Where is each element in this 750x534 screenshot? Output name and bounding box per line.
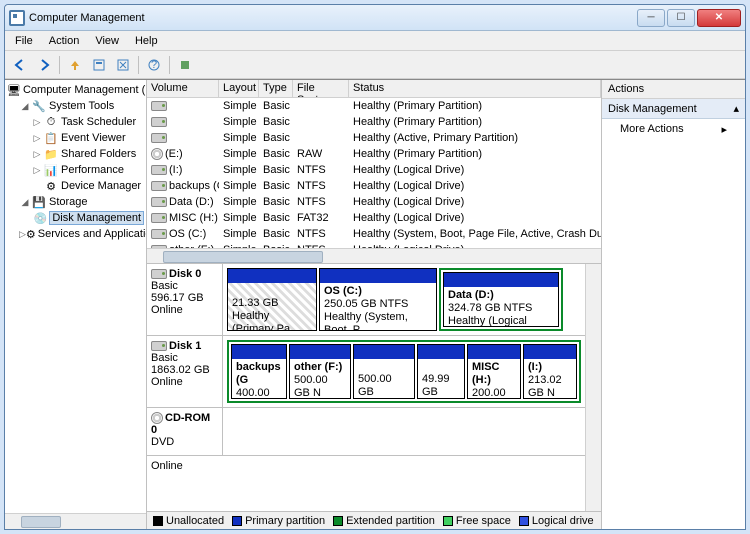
actions-header: Actions — [602, 80, 745, 99]
drive-icon — [151, 213, 167, 223]
tree-device-manager[interactable]: ⚙Device Manager — [7, 178, 144, 194]
disk1-partition-3[interactable]: 49.99 GBHealthy (A — [417, 344, 465, 399]
disk1-partition-2[interactable]: 500.00 GBHealthy (Prim — [353, 344, 415, 399]
volume-row[interactable]: SimpleBasicHealthy (Primary Partition) — [147, 98, 601, 114]
col-layout[interactable]: Layout — [219, 80, 259, 97]
drive-icon — [151, 133, 167, 143]
volume-list-header[interactable]: Volume Layout Type File System Status — [147, 80, 601, 98]
tree-scrollbar[interactable] — [5, 513, 146, 529]
drive-icon — [151, 269, 167, 279]
cdrom-info[interactable]: CD-ROM 0 DVD Online — [147, 408, 223, 455]
refresh-button[interactable] — [112, 54, 134, 76]
minimize-button[interactable]: ─ — [637, 9, 665, 27]
titlebar[interactable]: Computer Management ─ ☐ ✕ — [5, 5, 745, 31]
navigation-tree[interactable]: 🖥Computer Management (Local ◢🔧System Too… — [5, 80, 147, 529]
svg-text:?: ? — [151, 59, 157, 71]
cdrom-icon — [151, 148, 163, 160]
col-type[interactable]: Type — [259, 80, 293, 97]
disk-1-row[interactable]: Disk 1 Basic 1863.02 GB Online backups (… — [147, 336, 585, 408]
drive-icon — [151, 341, 167, 351]
volume-row[interactable]: SimpleBasicHealthy (Active, Primary Part… — [147, 130, 601, 146]
forward-button[interactable] — [33, 54, 55, 76]
drive-icon — [151, 197, 167, 207]
tree-shared-folders[interactable]: ▷📁Shared Folders — [7, 146, 144, 162]
col-status[interactable]: Status — [349, 80, 601, 97]
tree-services[interactable]: ▷⚙Services and Applications — [7, 226, 144, 242]
tree-event-viewer[interactable]: ▷📋Event Viewer — [7, 130, 144, 146]
disk0-partition-os[interactable]: OS (C:)250.05 GB NTFSHealthy (System, Bo… — [319, 268, 437, 331]
menu-file[interactable]: File — [9, 33, 39, 49]
volume-row[interactable]: backups (G:)SimpleBasicNTFSHealthy (Logi… — [147, 178, 601, 194]
disk1-partition-misc[interactable]: MISC (H:)200.00 GB FHealthy (Lo — [467, 344, 521, 399]
disk-graphical-view[interactable]: Disk 0 Basic 596.17 GB Online 21.33 GBHe… — [147, 264, 601, 511]
disk-1-info[interactable]: Disk 1 Basic 1863.02 GB Online — [147, 336, 223, 407]
disk1-extended[interactable]: backups (G400.00 GB NHealthy (Lo other (… — [227, 340, 581, 403]
disk0-partition-data[interactable]: Data (D:)324.78 GB NTFSHealthy (Logical … — [443, 272, 559, 327]
col-volume[interactable]: Volume — [147, 80, 219, 97]
actions-pane: Actions Disk Management▴ More Actions▸ — [601, 80, 745, 529]
drive-icon — [151, 229, 167, 239]
cdrom-icon — [151, 412, 163, 424]
actions-section[interactable]: Disk Management▴ — [602, 99, 745, 119]
disk1-partition-other[interactable]: other (F:)500.00 GB NHealthy (Log — [289, 344, 351, 399]
menu-view[interactable]: View — [89, 33, 125, 49]
collapse-icon: ▴ — [733, 102, 739, 115]
menubar: File Action View Help — [5, 31, 745, 51]
disk0-extended[interactable]: Data (D:)324.78 GB NTFSHealthy (Logical … — [439, 268, 563, 331]
settings-button[interactable] — [174, 54, 196, 76]
actions-more[interactable]: More Actions▸ — [602, 119, 745, 140]
volume-list-scrollbar[interactable] — [147, 248, 601, 264]
tree-storage[interactable]: ◢💾Storage — [7, 194, 144, 210]
main-panel: Volume Layout Type File System Status Si… — [147, 80, 601, 529]
disk-view-scrollbar[interactable] — [585, 264, 601, 511]
volume-list[interactable]: SimpleBasicHealthy (Primary Partition)Si… — [147, 98, 601, 248]
volume-row[interactable]: OS (C:)SimpleBasicNTFSHealthy (System, B… — [147, 226, 601, 242]
tree-root[interactable]: 🖥Computer Management (Local — [7, 82, 144, 98]
back-button[interactable] — [9, 54, 31, 76]
col-filesystem[interactable]: File System — [293, 80, 349, 97]
volume-row[interactable]: Data (D:)SimpleBasicNTFSHealthy (Logical… — [147, 194, 601, 210]
tree-system-tools[interactable]: ◢🔧System Tools — [7, 98, 144, 114]
drive-icon — [151, 101, 167, 111]
computer-management-window: Computer Management ─ ☐ ✕ File Action Vi… — [4, 4, 746, 530]
disk-0-row[interactable]: Disk 0 Basic 596.17 GB Online 21.33 GBHe… — [147, 264, 585, 336]
help-button[interactable]: ? — [143, 54, 165, 76]
close-button[interactable]: ✕ — [697, 9, 741, 27]
maximize-button[interactable]: ☐ — [667, 9, 695, 27]
up-button[interactable] — [64, 54, 86, 76]
volume-row[interactable]: MISC (H:)SimpleBasicFAT32Healthy (Logica… — [147, 210, 601, 226]
disk1-partition-i[interactable]: (I:)213.02 GB NHealthy (Lo — [523, 344, 577, 399]
disk1-partition-backups[interactable]: backups (G400.00 GB NHealthy (Lo — [231, 344, 287, 399]
volume-row[interactable]: SimpleBasicHealthy (Primary Partition) — [147, 114, 601, 130]
drive-icon — [151, 181, 167, 191]
cdrom-row[interactable]: CD-ROM 0 DVD Online — [147, 408, 585, 456]
drive-icon — [151, 117, 167, 127]
menu-help[interactable]: Help — [129, 33, 164, 49]
tree-performance[interactable]: ▷📊Performance — [7, 162, 144, 178]
toolbar: ? — [5, 51, 745, 79]
menu-action[interactable]: Action — [43, 33, 86, 49]
drive-icon — [151, 165, 167, 175]
chevron-right-icon: ▸ — [721, 123, 727, 136]
disk-0-info[interactable]: Disk 0 Basic 596.17 GB Online — [147, 264, 223, 335]
volume-row[interactable]: (I:)SimpleBasicNTFSHealthy (Logical Driv… — [147, 162, 601, 178]
legend: Unallocated Primary partition Extended p… — [147, 511, 601, 529]
window-title: Computer Management — [29, 12, 637, 24]
properties-button[interactable] — [88, 54, 110, 76]
disk0-partition-0[interactable]: 21.33 GBHealthy (Primary Pa — [227, 268, 317, 331]
volume-row[interactable]: (E:)SimpleBasicRAWHealthy (Primary Parti… — [147, 146, 601, 162]
tree-task-scheduler[interactable]: ▷⏱Task Scheduler — [7, 114, 144, 130]
tree-disk-management[interactable]: 💿Disk Management — [7, 210, 144, 226]
app-icon — [9, 10, 25, 26]
